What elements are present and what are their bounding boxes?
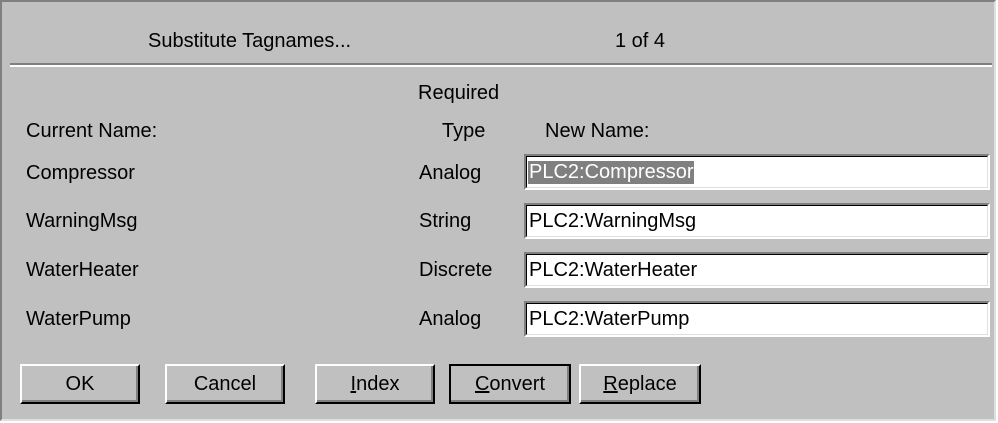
row-required-type: Analog [419, 162, 482, 184]
convert-button[interactable]: Convert [449, 364, 571, 404]
column-header-type: Type [442, 120, 486, 142]
convert-button-mnemonic: C [474, 372, 490, 395]
index-button[interactable]: Index [315, 364, 435, 404]
ok-button[interactable]: OK [20, 364, 140, 404]
column-header-new-name: New Name: [545, 120, 650, 142]
page-indicator: 1 of 4 [615, 30, 666, 52]
new-name-value: PLC2:Compressor [528, 160, 694, 184]
cancel-button-label: Cancel [193, 372, 257, 395]
new-name-input-compressor[interactable]: PLC2:Compressor [524, 154, 990, 190]
row-current-name: WaterPump [26, 308, 131, 330]
replace-button-label: eplace [617, 372, 677, 395]
new-name-value: PLC2:WaterHeater [529, 258, 698, 281]
ok-button-label: OK [65, 372, 95, 395]
column-header-current-name: Current Name: [26, 120, 158, 142]
row-required-type: String [419, 210, 472, 232]
row-current-name: Compressor [26, 162, 135, 184]
row-required-type: Analog [419, 308, 482, 330]
substitute-tagnames-dialog: Substitute Tagnames... 1 of 4 Current Na… [0, 0, 996, 421]
replace-button[interactable]: Replace [579, 364, 701, 404]
new-name-input-waterheater[interactable]: PLC2:WaterHeater [524, 252, 990, 288]
new-name-input-warningmsg[interactable]: PLC2:WarningMsg [524, 203, 990, 239]
cancel-button[interactable]: Cancel [165, 364, 285, 404]
new-name-input-waterpump[interactable]: PLC2:WaterPump [524, 301, 990, 337]
row-current-name: WaterHeater [26, 259, 139, 281]
title-separator [10, 63, 992, 67]
replace-button-mnemonic: R [603, 372, 618, 395]
row-required-type: Discrete [419, 259, 493, 281]
new-name-value: PLC2:WarningMsg [529, 209, 697, 232]
column-header-required: Required [418, 82, 500, 104]
index-button-label: ndex [356, 372, 400, 395]
convert-button-label: onvert [489, 372, 546, 395]
row-current-name: WarningMsg [26, 210, 138, 232]
dialog-title: Substitute Tagnames... [148, 30, 352, 52]
new-name-value: PLC2:WaterPump [529, 307, 690, 330]
